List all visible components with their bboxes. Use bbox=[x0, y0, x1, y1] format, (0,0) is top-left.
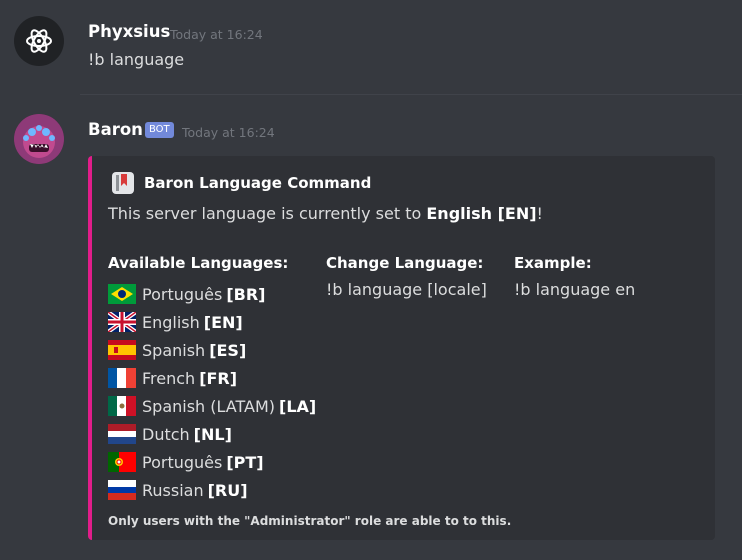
timestamp: Today at 16:24 bbox=[182, 125, 275, 140]
language-name: Dutch bbox=[142, 424, 190, 444]
language-code: [PT] bbox=[226, 452, 264, 472]
france-flag-icon bbox=[108, 368, 136, 388]
language-name: Português bbox=[142, 284, 223, 304]
embed-description: This server language is currently set to… bbox=[108, 204, 543, 223]
atom-icon bbox=[26, 29, 52, 53]
language-name: Spanish (LATAM) bbox=[142, 396, 276, 416]
bot-badge: BOT bbox=[145, 122, 174, 138]
timestamp: Today at 16:24 bbox=[170, 27, 263, 42]
language-name: English bbox=[142, 312, 200, 332]
language-code: [FR] bbox=[199, 368, 238, 388]
language-code: [ES] bbox=[209, 340, 247, 360]
field-example: Example: !b language en bbox=[514, 254, 635, 299]
language-code: [LA] bbox=[279, 396, 317, 416]
uk-flag-icon bbox=[106, 310, 138, 334]
language-code: [RU] bbox=[207, 480, 248, 500]
spain-flag-icon bbox=[108, 340, 136, 360]
embed-author: Baron Language Command bbox=[112, 172, 371, 194]
field-value: !b language [locale] bbox=[326, 280, 487, 299]
embed-footer: Only users with the "Administrator" role… bbox=[108, 514, 512, 528]
username[interactable]: Phyxsius bbox=[88, 22, 170, 41]
language-item: Dutch [NL] bbox=[108, 420, 316, 448]
language-item: Português [PT] bbox=[108, 448, 316, 476]
field-value: !b language en bbox=[514, 280, 636, 299]
language-list: Português [BR] English [EN] Spanish [ES] Fr… bbox=[106, 280, 316, 504]
language-code: [NL] bbox=[193, 424, 232, 444]
language-code: [BR] bbox=[226, 284, 266, 304]
message-divider bbox=[80, 94, 742, 95]
russia-flag-icon bbox=[108, 480, 136, 500]
description-suffix: ! bbox=[536, 204, 543, 223]
description-text: This server language is currently set to bbox=[108, 204, 427, 223]
language-code: [EN] bbox=[203, 312, 243, 332]
mexico-flag-icon bbox=[108, 396, 136, 416]
field-change-language: Change Language: !b language [locale] bbox=[326, 254, 487, 299]
language-name: Russian bbox=[142, 480, 204, 500]
embed-author-name: Baron Language Command bbox=[144, 174, 372, 192]
username[interactable]: Baron bbox=[88, 120, 143, 139]
message-content: !b language bbox=[88, 50, 185, 69]
embed: Baron Language Command This server langu… bbox=[88, 156, 715, 540]
language-item: English [EN] bbox=[106, 308, 316, 336]
current-language: English [EN] bbox=[426, 204, 537, 223]
field-available-languages: Available Languages: Português [BR] Engli… bbox=[106, 254, 316, 504]
brazil-flag-icon bbox=[108, 284, 136, 304]
bot-avatar[interactable] bbox=[14, 114, 64, 164]
bookmark-icon bbox=[112, 172, 134, 194]
netherlands-flag-icon bbox=[108, 424, 136, 444]
language-item: Português [BR] bbox=[108, 280, 316, 308]
language-item: Spanish (LATAM) [LA] bbox=[108, 392, 316, 420]
field-name: Available Languages: bbox=[108, 254, 289, 272]
field-name: Example: bbox=[514, 254, 592, 272]
language-item: Spanish [ES] bbox=[108, 336, 316, 364]
language-name: French bbox=[142, 368, 196, 388]
language-name: Spanish bbox=[142, 340, 206, 360]
field-name: Change Language: bbox=[326, 254, 484, 272]
portugal-flag-icon bbox=[108, 452, 136, 472]
language-name: Português bbox=[142, 452, 223, 472]
baron-monster-icon bbox=[14, 114, 64, 164]
language-item: Russian [RU] bbox=[108, 476, 316, 504]
language-item: French [FR] bbox=[108, 364, 316, 392]
user-avatar[interactable] bbox=[14, 16, 64, 66]
